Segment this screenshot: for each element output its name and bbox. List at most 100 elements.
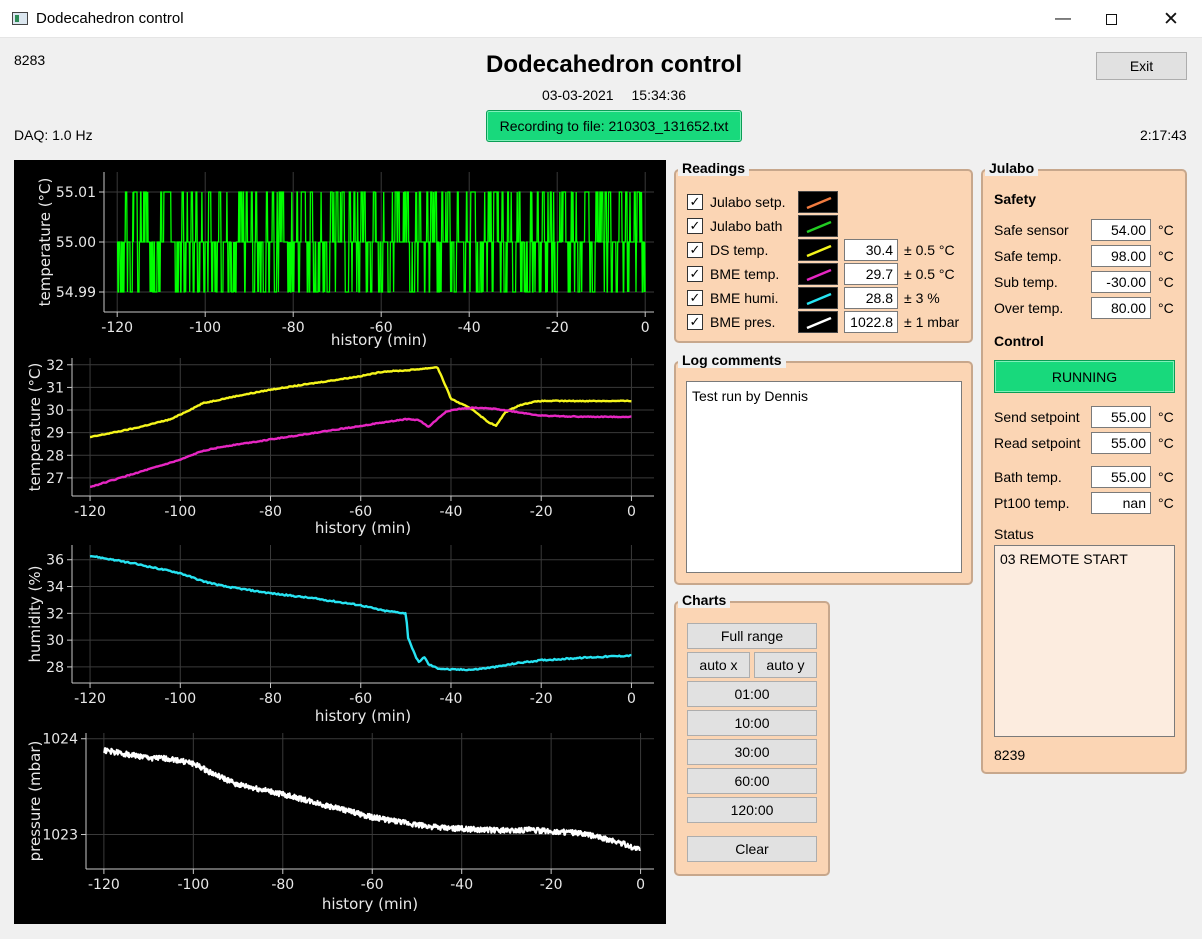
y-axis-title: humidity (%) [26, 566, 44, 663]
y-tick-label: 36 [46, 553, 64, 569]
safety-heading: Safety [994, 191, 1037, 207]
reading-checkbox[interactable]: ✓ [687, 314, 703, 330]
over-temp-value: 80.00 [1091, 297, 1151, 319]
reading-label: BME pres. [710, 314, 776, 330]
app-icon [12, 12, 28, 25]
safe-sensor-value: 54.00 [1091, 219, 1151, 241]
read-setpoint-unit: °C [1158, 435, 1174, 451]
y-tick-label: 1024 [42, 732, 78, 748]
bath-temp-unit: °C [1158, 469, 1174, 485]
window-title: Dodecahedron control [36, 10, 184, 27]
date-time: 03-03-2021 15:34:36 [0, 87, 1202, 103]
reading-value: 28.8 [844, 287, 898, 309]
log-comments-title: Log comments [678, 352, 786, 368]
close-icon: ✕ [1163, 8, 1179, 30]
reading-color-swatch[interactable] [798, 215, 838, 237]
reading-checkbox[interactable]: ✓ [687, 266, 703, 282]
range-10-min-button[interactable]: 10:00 [687, 710, 817, 736]
reading-uncertainty: ± 0.5 °C [904, 266, 955, 282]
x-tick-label: -40 [440, 504, 463, 520]
auto-y-button[interactable]: auto y [754, 652, 817, 678]
reading-value: 30.4 [844, 239, 898, 261]
y-tick-label: 31 [46, 380, 64, 396]
close-button[interactable]: ✕ [1148, 0, 1194, 38]
pt100-temp-value: nan [1091, 492, 1151, 514]
read-setpoint-label: Read setpoint [994, 435, 1081, 451]
safe-temp-label: Safe temp. [994, 248, 1062, 264]
y-tick-label: 28 [46, 448, 64, 464]
range-120-min-button[interactable]: 120:00 [687, 797, 817, 823]
charts-controls-group: Charts Full range auto x auto y 01:00 10… [674, 592, 830, 876]
x-tick-label: -60 [361, 877, 384, 893]
y-tick-label: 55.01 [56, 185, 96, 201]
x-tick-label: 0 [641, 320, 650, 336]
safe-temp-value: 98.00 [1091, 245, 1151, 267]
y-axis-title: pressure (mbar) [26, 741, 44, 862]
y-axis-title: temperature (°C) [26, 363, 44, 492]
x-tick-label: -60 [349, 504, 372, 520]
safe-temp-unit: °C [1158, 248, 1174, 264]
range-30-min-button[interactable]: 30:00 [687, 739, 817, 765]
x-tick-label: -80 [271, 877, 294, 893]
color-line-icon [806, 268, 832, 282]
maximize-icon [1105, 13, 1117, 25]
reading-checkbox[interactable]: ✓ [687, 242, 703, 258]
y-tick-label: 1023 [42, 828, 78, 844]
julabo-title: Julabo [985, 160, 1039, 176]
readings-group: Readings ✓ Julabo setp. ✓ Julabo bath ✓ DS te… [674, 160, 973, 343]
over-temp-unit: °C [1158, 300, 1174, 316]
x-tick-label: -100 [164, 691, 196, 707]
reading-checkbox[interactable]: ✓ [687, 290, 703, 306]
full-range-button[interactable]: Full range [687, 623, 817, 649]
y-tick-label: 32 [46, 358, 64, 374]
reading-color-swatch[interactable] [798, 239, 838, 261]
y-tick-label: 29 [46, 426, 64, 442]
auto-x-button[interactable]: auto x [687, 652, 750, 678]
log-comments-group: Log comments Test run by Dennis [674, 352, 973, 585]
color-line-icon [806, 292, 832, 306]
recording-status-button[interactable]: Recording to file: 210303_131652.txt [486, 110, 742, 142]
reading-label: BME humi. [710, 290, 779, 306]
reading-uncertainty: ± 0.5 °C [904, 242, 955, 258]
julabo-group: Julabo Safety Safe sensor 54.00 °C Safe … [981, 160, 1187, 774]
x-tick-label: -120 [74, 504, 106, 520]
reading-color-swatch[interactable] [798, 311, 838, 333]
reading-color-swatch[interactable] [798, 287, 838, 309]
send-setpoint-input[interactable]: 55.00 [1091, 406, 1151, 428]
y-tick-label: 30 [46, 403, 64, 419]
x-tick-label: -80 [259, 504, 282, 520]
minimize-button[interactable]: — [1040, 0, 1086, 38]
range-60-min-button[interactable]: 60:00 [687, 768, 817, 794]
x-tick-label: -100 [164, 504, 196, 520]
reading-value: 29.7 [844, 263, 898, 285]
reading-color-swatch[interactable] [798, 191, 838, 213]
reading-checkbox[interactable]: ✓ [687, 194, 703, 210]
clear-button[interactable]: Clear [687, 836, 817, 862]
color-line-icon [806, 196, 832, 210]
x-tick-label: -100 [189, 320, 221, 336]
daq-rate: DAQ: 1.0 Hz [14, 127, 93, 143]
maximize-button[interactable] [1088, 0, 1134, 38]
color-line-icon [806, 220, 832, 234]
reading-uncertainty: ± 1 mbar [904, 314, 960, 330]
reading-checkbox[interactable]: ✓ [687, 218, 703, 234]
running-toggle-button[interactable]: RUNNING [994, 360, 1175, 393]
status-textbox[interactable]: 03 REMOTE START [994, 545, 1175, 737]
current-time: 15:34:36 [631, 87, 687, 103]
charts-panel[interactable]: -120 -100 -80 -60 -40 -20 0 55.01 55.00 54.99 hist… [14, 160, 666, 924]
reading-value: 1022.8 [844, 311, 898, 333]
charts-svg[interactable]: -120 -100 -80 -60 -40 -20 0 55.01 55.00 54.99 hist… [14, 160, 666, 924]
exit-button[interactable]: Exit [1096, 52, 1187, 80]
log-comments-textarea[interactable]: Test run by Dennis [686, 381, 962, 573]
range-1-min-button[interactable]: 01:00 [687, 681, 817, 707]
pt100-temp-label: Pt100 temp. [994, 495, 1070, 511]
reading-color-swatch[interactable] [798, 263, 838, 285]
y-tick-label: 27 [46, 471, 64, 487]
x-tick-label: -20 [530, 691, 553, 707]
current-date: 03-03-2021 [541, 87, 614, 103]
y-tick-label: 30 [46, 633, 64, 649]
reading-label: Julabo bath [710, 218, 783, 234]
bath-temp-value: 55.00 [1091, 466, 1151, 488]
window-titlebar[interactable]: Dodecahedron control — ✕ [0, 0, 1202, 38]
x-tick-label: 0 [636, 877, 645, 893]
